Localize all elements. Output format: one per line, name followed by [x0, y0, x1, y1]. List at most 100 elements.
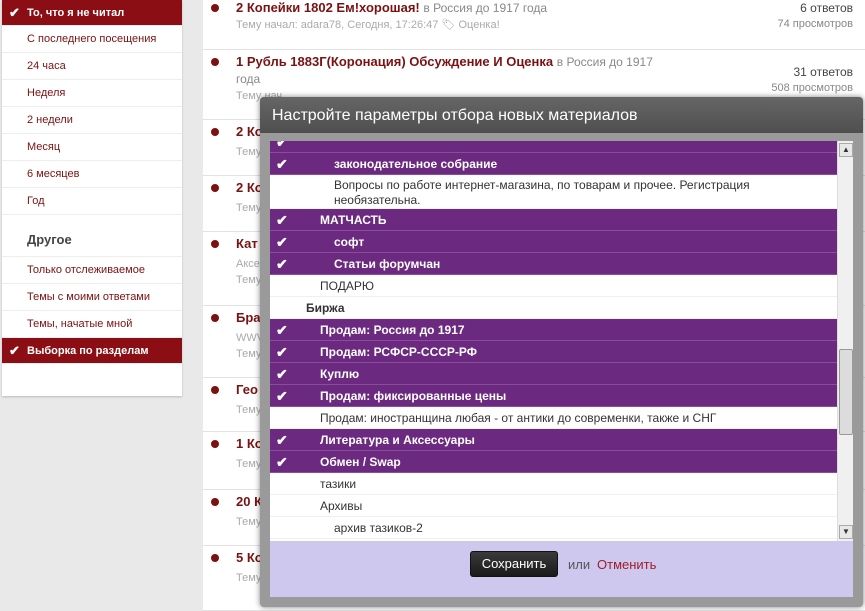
unread-bullet-icon	[211, 314, 219, 322]
section-row[interactable]: Архивы	[270, 495, 837, 517]
sidebar-item-3[interactable]: Неделя	[2, 80, 182, 107]
section-row[interactable]: ✔ Продам: фиксированные цены	[270, 385, 837, 407]
section-label: законодательное собрание	[334, 157, 498, 171]
topic-title: Бра	[236, 310, 261, 325]
sidebar-item-label: С последнего посещения	[27, 33, 157, 45]
topic-meta: Тему	[236, 572, 261, 584]
topic-title-link[interactable]: 1 Рубль 1883Г(Коронация) Обсуждение И Оц…	[236, 54, 653, 69]
sidebar-other-item-0[interactable]: Только отслеживаемое	[2, 257, 182, 284]
sidebar-heading-other: Другое	[2, 215, 182, 257]
section-label: Биржа	[306, 301, 345, 315]
topic-title: 20 К	[236, 494, 263, 509]
sidebar-other-item-3[interactable]: ✔ Выборка по разделам	[2, 338, 182, 364]
sidebar-item-label: Темы, начатые мной	[27, 318, 133, 330]
topic-title-link[interactable]: 2 Копейки 1802 Ем!хорошая! в Россия до 1…	[236, 0, 547, 15]
topic-meta: Тему начал: adara78, Сегодня, 17:26:47 🏷…	[236, 18, 500, 31]
topic-meta: Тему	[236, 404, 261, 416]
section-row[interactable]: ✔ Статьи форумчан	[270, 253, 837, 275]
sidebar-item-label: Темы с моими ответами	[27, 291, 151, 303]
tag-icon: 🏷	[441, 19, 456, 31]
topic-title: 2 Ко	[236, 124, 263, 139]
section-label: Обмен / Swap	[320, 455, 401, 469]
topic-row[interactable]: 2 Копейки 1802 Ем!хорошая! в Россия до 1…	[203, 0, 865, 50]
topic-meta-2: Тему	[236, 274, 262, 286]
section-row[interactable]: ✔ Литература и Аксессуары	[270, 429, 837, 451]
topic-title-link[interactable]: Гео	[236, 382, 258, 397]
topic-title-link[interactable]: 2 Ко	[236, 124, 263, 139]
section-row[interactable]: архив тазиков-2	[270, 517, 837, 539]
scroll-up-arrow-icon[interactable]: ▲	[839, 143, 853, 157]
section-row[interactable]: Биржа	[270, 297, 837, 319]
section-row[interactable]: ✔ Продам: Россия до 1917	[270, 319, 837, 341]
dialog-body: ✔ ✔ законодательное собрание Вопросы по ра…	[270, 141, 853, 597]
sidebar-item-6[interactable]: 6 месяцев	[2, 161, 182, 188]
section-label: софт	[334, 235, 365, 249]
sidebar-other-item-1[interactable]: Темы с моими ответами	[2, 284, 182, 311]
sidebar-item-label: 24 часа	[27, 60, 66, 72]
sidebar-item-0[interactable]: ✔ То, что я не читал	[2, 0, 182, 26]
section-label: Продам: Россия до 1917	[320, 323, 465, 337]
topic-starter: Тему	[236, 202, 262, 214]
list-scrollbar[interactable]: ▲ ▼	[837, 141, 853, 541]
topic-starter: Тему	[236, 404, 262, 416]
sidebar-item-4[interactable]: 2 недели	[2, 107, 182, 134]
sidebar-other-item-2[interactable]: Темы, начатые мной	[2, 311, 182, 338]
topic-title-link[interactable]: 20 К	[236, 494, 262, 509]
topic-title-link[interactable]: 2 Ко	[236, 180, 263, 195]
section-label: Архивы	[320, 499, 363, 513]
section-row[interactable]: ✔ законодательное собрание	[270, 153, 837, 175]
check-icon: ✔	[9, 343, 20, 358]
section-label: архив тазиков-2	[334, 521, 423, 535]
section-row[interactable]: Продам: иностранщина любая - от антики д…	[270, 407, 837, 429]
topic-title-link[interactable]: Бра	[236, 310, 261, 325]
cancel-link[interactable]: Отменить	[597, 557, 656, 572]
sidebar-item-label: Неделя	[27, 87, 66, 99]
section-row[interactable]: Вопросы по работе интернет-магазина, по …	[270, 175, 837, 209]
check-icon: ✔	[276, 344, 288, 360]
dialog-footer: Сохранить или Отменить	[270, 541, 853, 597]
topic-title: 2 Копейки 1802 Ем!хорошая!	[236, 0, 420, 15]
check-icon: ✔	[276, 366, 288, 382]
topic-title-link[interactable]: 1 Ко	[236, 436, 263, 451]
topic-replies: 31 ответов	[793, 65, 853, 79]
sidebar-item-7[interactable]: Год	[2, 188, 182, 215]
scroll-thumb[interactable]	[839, 349, 853, 435]
topic-starter: Тему	[236, 146, 262, 158]
section-row[interactable]: ПОДАРЮ	[270, 275, 837, 297]
sidebar-item-1[interactable]: С последнего посещения	[2, 26, 182, 53]
section-row[interactable]: тазики	[270, 473, 837, 495]
unread-bullet-icon	[211, 386, 219, 394]
topic-meta: Тему	[236, 146, 261, 158]
sidebar-item-label: 6 месяцев	[27, 168, 80, 180]
topic-tag[interactable]: Оценка!	[458, 19, 499, 31]
unread-bullet-icon	[211, 498, 219, 506]
section-row[interactable]: ✔ Продам: РСФСР-СССР-РФ	[270, 341, 837, 363]
check-icon: ✔	[9, 5, 20, 20]
sidebar: ✔ То, что я не читал С последнего посещени…	[0, 0, 190, 611]
topic-title-link[interactable]: Кат	[236, 236, 258, 251]
topic-title: Кат	[236, 236, 258, 251]
section-row[interactable]: ✔ софт	[270, 231, 837, 253]
section-label: Куплю	[320, 367, 360, 381]
topic-title-link[interactable]: 5 Ко	[236, 550, 263, 565]
topic-starter: Тему	[236, 516, 262, 528]
check-icon: ✔	[276, 454, 288, 470]
section-row-partial[interactable]: ✔	[270, 141, 837, 153]
check-icon: ✔	[276, 432, 288, 448]
topic-title: 1 Ко	[236, 436, 263, 451]
unread-bullet-icon	[211, 440, 219, 448]
section-label: Вопросы по работе интернет-магазина, по …	[334, 178, 750, 207]
save-button[interactable]: Сохранить	[470, 551, 558, 577]
section-row[interactable]: ✔ Куплю	[270, 363, 837, 385]
topic-meta: Тему	[236, 516, 261, 528]
sidebar-item-2[interactable]: 24 часа	[2, 53, 182, 80]
unread-bullet-icon	[211, 184, 219, 192]
sidebar-item-label: Месяц	[27, 141, 61, 153]
section-row[interactable]: ✔ Обмен / Swap	[270, 451, 837, 473]
unread-bullet-icon	[211, 58, 219, 66]
sidebar-item-5[interactable]: Месяц	[2, 134, 182, 161]
section-row[interactable]: ✔ МАТЧАСТЬ	[270, 209, 837, 231]
scroll-down-arrow-icon[interactable]: ▼	[839, 525, 853, 539]
check-icon: ✔	[276, 256, 288, 272]
section-label: Статьи форумчан	[334, 257, 441, 271]
